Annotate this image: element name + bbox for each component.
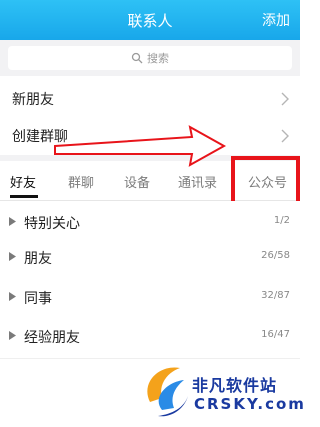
- expand-triangle-icon: [9, 292, 16, 301]
- group-count: 26/58: [261, 250, 290, 261]
- group-name: 同事: [24, 291, 52, 307]
- watermark-logo-icon: [147, 367, 188, 417]
- group-count: 1/2: [273, 215, 290, 226]
- watermark-subtitle: CRSKY.com: [194, 395, 306, 413]
- group-name: 朋友: [24, 251, 52, 267]
- group-count: 16/47: [261, 329, 290, 340]
- group-name: 经验朋友: [24, 330, 80, 346]
- expand-triangle-icon: [9, 331, 16, 340]
- friend-group-row[interactable]: 经验朋友 16/47: [0, 315, 300, 359]
- watermark-title: 非凡软件站: [192, 376, 278, 395]
- annotation-arrow-icon: [54, 125, 227, 167]
- site-watermark: 非凡软件站 CRSKY.com: [140, 360, 304, 427]
- group-count: 32/87: [261, 290, 290, 301]
- group-name: 特别关心: [24, 216, 80, 232]
- expand-triangle-icon: [9, 252, 16, 261]
- expand-triangle-icon: [9, 217, 16, 226]
- friend-group-row[interactable]: 同事 32/87: [0, 276, 300, 320]
- friend-group-row[interactable]: 朋友 26/58: [0, 236, 300, 280]
